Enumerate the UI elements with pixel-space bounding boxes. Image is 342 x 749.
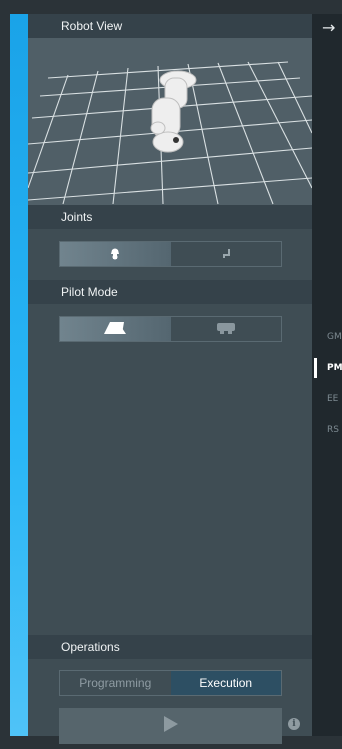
joints-header: Joints — [28, 205, 312, 229]
tool-icon — [211, 320, 241, 339]
play-icon — [163, 715, 179, 738]
joint-icon — [219, 246, 233, 263]
robot-viewport[interactable] — [28, 38, 312, 205]
side-tab-ee[interactable]: EE — [327, 394, 338, 404]
active-tab-indicator — [314, 358, 317, 378]
floor-grid — [28, 61, 312, 205]
plane-icon — [100, 320, 130, 339]
robot-view-header: Robot View — [28, 14, 312, 38]
pilot-mode-selector — [59, 316, 282, 342]
pilot-mode-header: Pilot Mode — [28, 280, 312, 304]
pilot-mode-plane-option[interactable] — [60, 317, 171, 341]
run-button[interactable] — [59, 708, 282, 744]
side-tab-pm[interactable]: PM — [327, 363, 342, 373]
programming-tab[interactable]: Programming — [60, 671, 171, 695]
side-tab-gm[interactable]: GM — [327, 332, 342, 342]
side-tab-rs[interactable]: RS — [327, 425, 339, 435]
execution-tab[interactable]: Execution — [170, 671, 281, 695]
joint-mode-robot-option[interactable] — [60, 242, 171, 266]
joint-mode-joint-option[interactable] — [171, 242, 282, 266]
robot-arm-model — [150, 70, 197, 153]
info-icon[interactable]: i — [288, 718, 300, 730]
operations-mode-selector: Programming Execution — [59, 670, 282, 696]
accent-bar — [10, 14, 28, 736]
robot-arm-icon — [108, 246, 122, 263]
joints-selector — [59, 241, 282, 267]
pilot-mode-tool-option[interactable] — [171, 317, 282, 341]
collapse-arrow-icon[interactable]: → — [322, 18, 335, 37]
operations-header: Operations — [28, 635, 312, 659]
